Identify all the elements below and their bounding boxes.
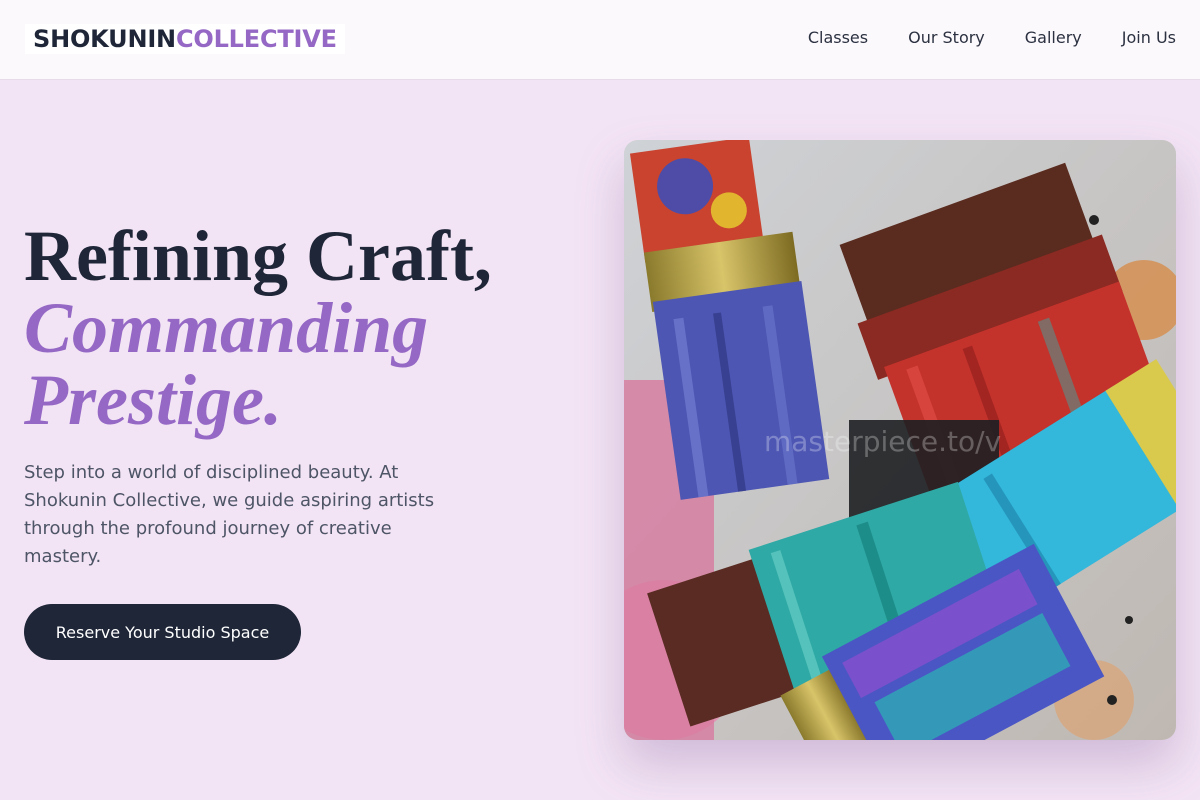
nav-link-classes[interactable]: Classes <box>808 28 868 48</box>
nav-link-our-story[interactable]: Our Story <box>908 28 985 48</box>
reserve-studio-button[interactable]: Reserve Your Studio Space <box>24 604 301 660</box>
hero-description: Step into a world of disciplined beauty.… <box>24 462 435 567</box>
logo[interactable]: SHOKUNINCOLLECTIVE <box>25 24 345 54</box>
nav-link-join-us[interactable]: Join Us <box>1122 28 1176 48</box>
logo-text-primary: SHOKUNIN <box>33 25 176 53</box>
image-watermark: masterpiece.to/v <box>764 425 1002 458</box>
hero-title-line-2: Commanding <box>24 288 429 368</box>
hero-title-line-3: Prestige. <box>24 360 282 440</box>
nav-link-gallery[interactable]: Gallery <box>1025 28 1082 48</box>
top-nav: SHOKUNINCOLLECTIVE Classes Our Story Gal… <box>0 0 1200 80</box>
logo-text-accent: COLLECTIVE <box>175 25 337 53</box>
hero-title: Refining Craft, Commanding Prestige. <box>24 220 584 436</box>
hero-title-line-1: Refining Craft, <box>24 216 492 296</box>
paint-brushes-image: masterpiece.to/v <box>624 140 1176 740</box>
nav-links: Classes Our Story Gallery Join Us <box>768 28 1176 48</box>
